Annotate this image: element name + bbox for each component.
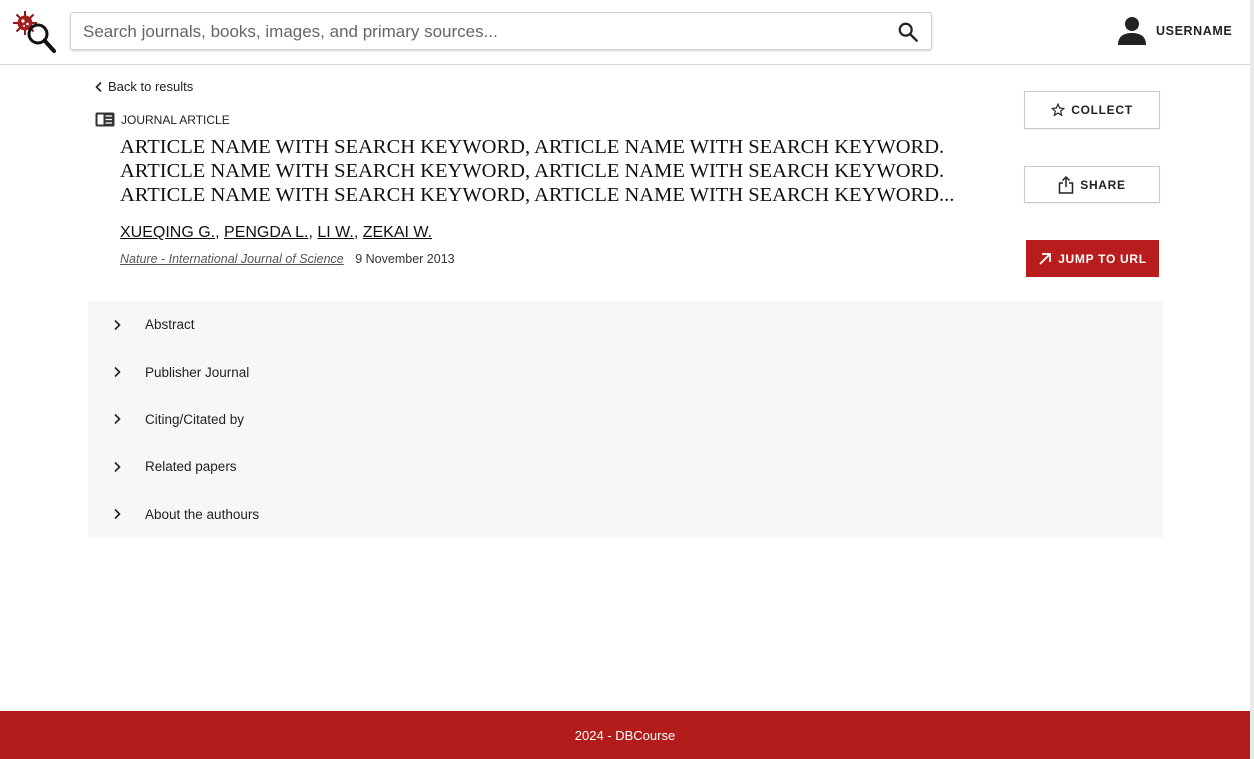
newspaper-icon: [95, 112, 115, 127]
article-title: ARTICLE NAME WITH SEARCH KEYWORD, ARTICL…: [120, 135, 1000, 207]
share-icon: [1058, 175, 1074, 194]
accordion-item-label: About the authours: [145, 506, 260, 522]
accordion-item-related-papers[interactable]: Related papers: [88, 443, 1163, 490]
author-list: XUEQING G., PENGDA L., LI W., ZEKAI W.: [120, 224, 433, 241]
article-title-line: ARTICLE NAME WITH SEARCH KEYWORD, ARTICL…: [120, 160, 945, 182]
scrollbar-track[interactable]: [1250, 0, 1254, 759]
article-meta: Nature - International Journal of Scienc…: [120, 252, 455, 266]
accordion-item-publisher-journal[interactable]: Publisher Journal: [88, 348, 1163, 395]
article-type-label: JOURNAL ARTICLE: [121, 112, 230, 127]
author-link[interactable]: XUEQING G.: [120, 224, 215, 241]
chevron-right-icon: [114, 414, 121, 425]
accordion-item-label: Citing/Citated by: [145, 411, 245, 427]
publication-date: 9 November 2013: [355, 252, 455, 266]
footer: 2024 - DBCourse: [0, 711, 1250, 759]
username-label: USERNAME: [1156, 24, 1233, 38]
back-to-results-link[interactable]: Back to results: [94, 79, 193, 94]
details-accordion: Abstract Publisher Journal Citing/Citate…: [88, 301, 1163, 538]
jump-to-url-button[interactable]: JUMP TO URL: [1026, 240, 1159, 277]
share-button[interactable]: SHARE: [1024, 166, 1160, 203]
footer-text: 2024 - DBCourse: [574, 727, 676, 743]
collect-button[interactable]: COLLECT: [1024, 91, 1160, 129]
user-menu[interactable]: USERNAME: [1116, 16, 1232, 46]
journal-link[interactable]: Nature - International Journal of Scienc…: [120, 252, 344, 266]
jump-label: JUMP TO URL: [1058, 251, 1147, 266]
star-icon: [1051, 103, 1066, 117]
search-bar: [70, 12, 932, 50]
author-link[interactable]: ZEKAI W.: [363, 224, 432, 241]
collect-label: COLLECT: [1071, 103, 1133, 117]
author-link[interactable]: LI W.: [317, 224, 353, 241]
accordion-item-about-authors[interactable]: About the authours: [88, 491, 1163, 538]
search-input[interactable]: [81, 19, 885, 45]
chevron-right-icon: [114, 367, 121, 378]
accordion-item-citing[interactable]: Citing/Citated by: [88, 396, 1163, 443]
accordion-item-abstract[interactable]: Abstract: [88, 301, 1163, 348]
chevron-left-icon: [95, 81, 102, 92]
article-type: JOURNAL ARTICLE: [95, 112, 230, 127]
accordion-item-label: Abstract: [145, 317, 195, 333]
accordion-item-label: Publisher Journal: [145, 364, 250, 380]
share-label: SHARE: [1080, 177, 1126, 192]
user-avatar-icon: [1118, 17, 1146, 45]
article-title-line: ARTICLE NAME WITH SEARCH KEYWORD, ARTICL…: [120, 184, 955, 206]
chevron-right-icon: [114, 461, 121, 472]
top-bar: USERNAME: [0, 0, 1250, 65]
search-icon[interactable]: [897, 21, 919, 43]
accordion-item-label: Related papers: [145, 459, 237, 475]
arrow-up-right-icon: [1039, 252, 1052, 265]
back-label: Back to results: [108, 79, 194, 94]
chevron-right-icon: [114, 509, 121, 520]
author-link[interactable]: PENGDA L.: [224, 224, 308, 241]
virus-search-logo-icon[interactable]: [12, 10, 56, 54]
chevron-right-icon: [114, 319, 121, 330]
article-title-line: ARTICLE NAME WITH SEARCH KEYWORD, ARTICL…: [120, 136, 945, 158]
